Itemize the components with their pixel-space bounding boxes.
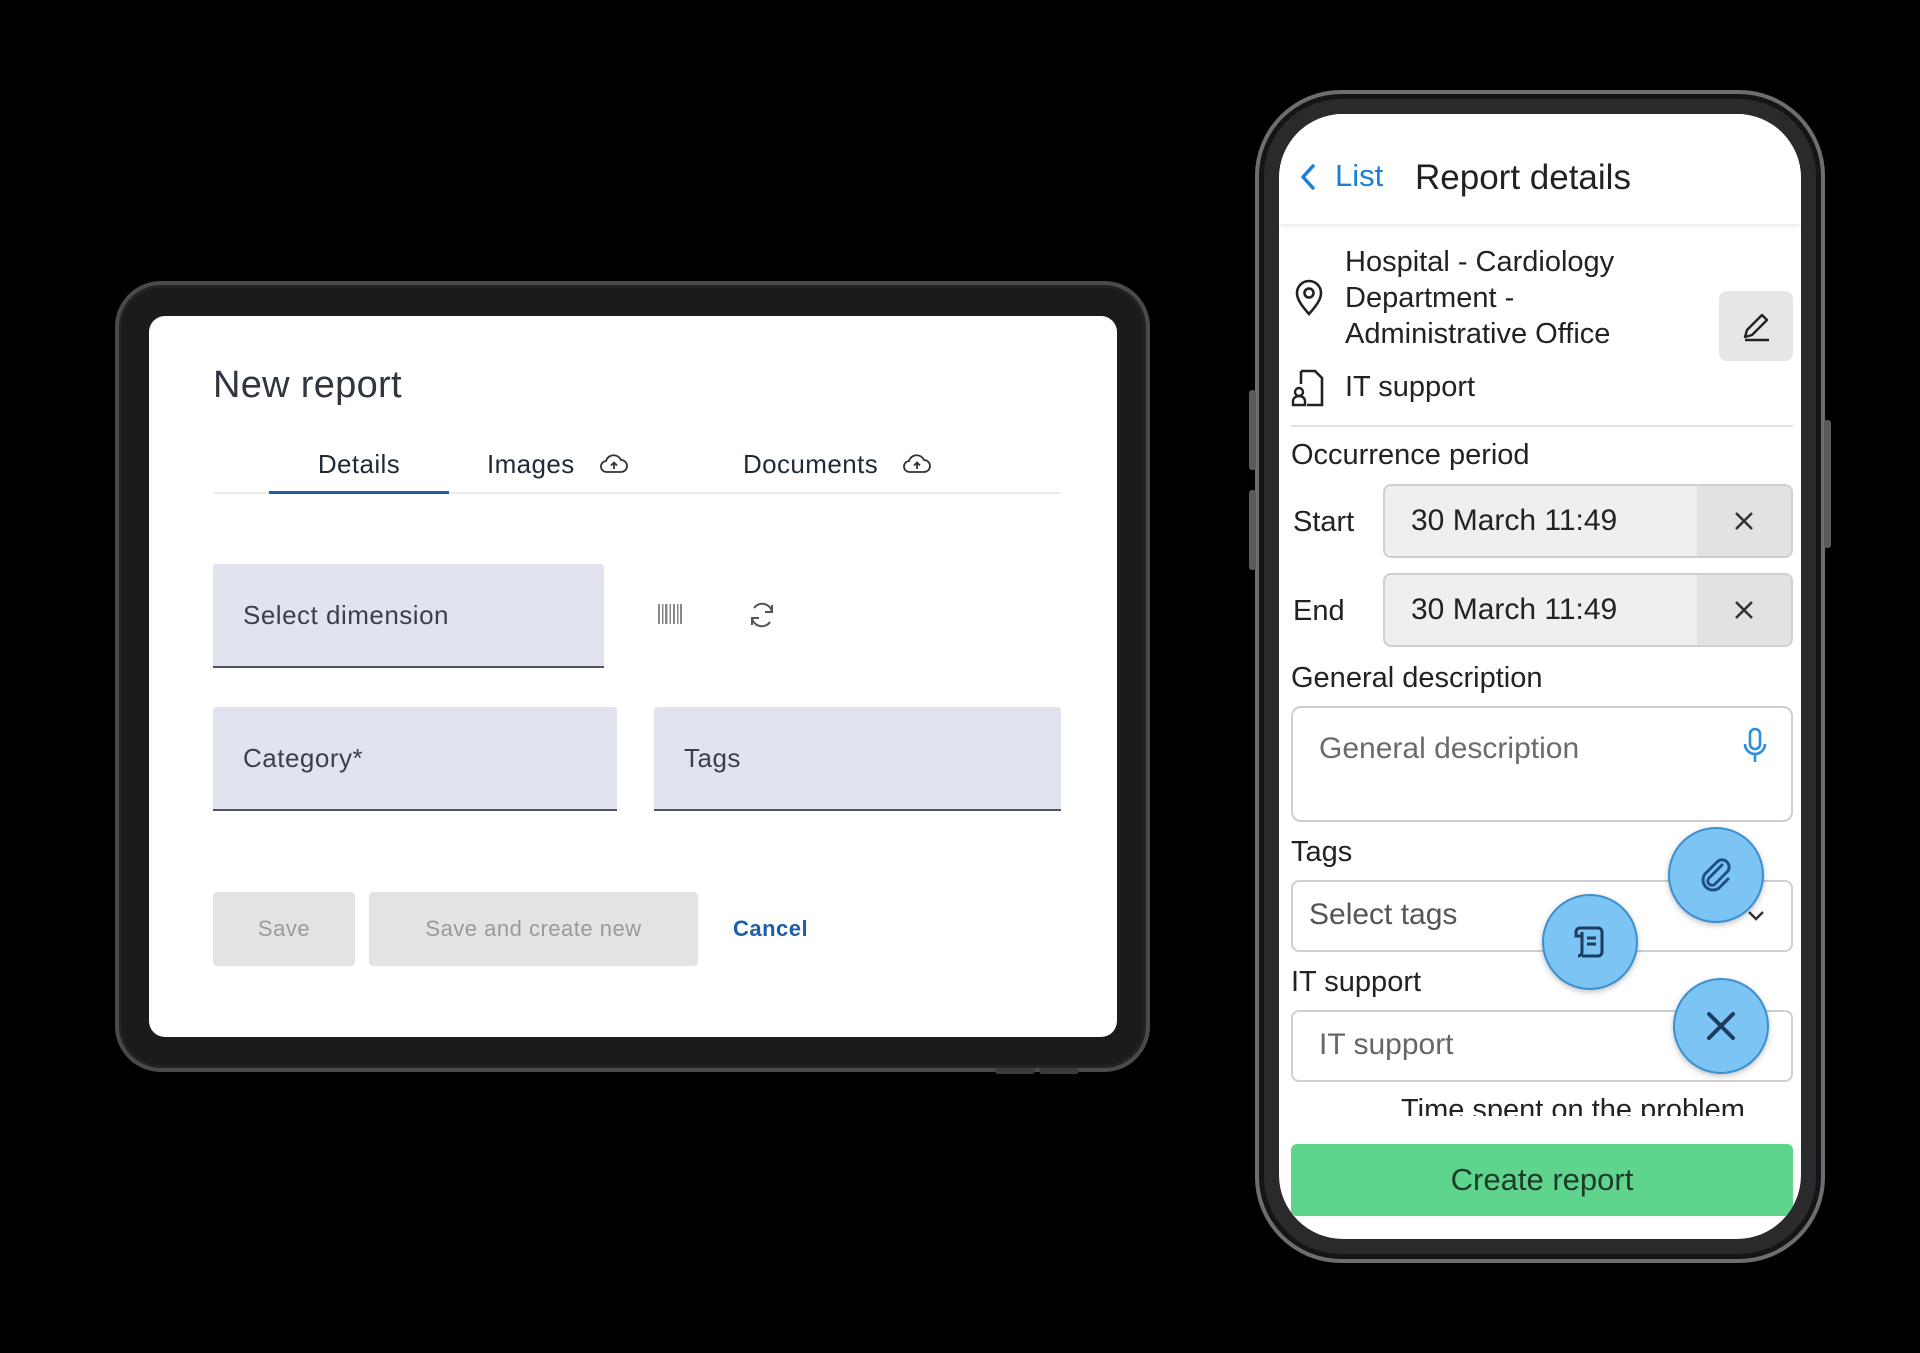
microphone-icon[interactable] — [1741, 726, 1769, 766]
it-support-label: IT support — [1291, 966, 1422, 998]
notes-fab[interactable] — [1542, 894, 1638, 990]
scroll-icon — [1574, 926, 1604, 958]
cloud-upload-icon — [903, 454, 931, 473]
tab-bar: Details Images Documents — [213, 436, 1061, 494]
document-person-icon — [1291, 369, 1324, 407]
tab-details[interactable]: Details — [269, 436, 449, 494]
start-date-field[interactable]: 30 March 11:49 — [1383, 484, 1793, 558]
general-description-input[interactable]: General description — [1291, 706, 1793, 822]
general-description-label: General description — [1291, 662, 1543, 694]
close-icon — [1707, 1012, 1735, 1040]
page-title: Report details — [1415, 158, 1631, 197]
tablet-bezel-detail — [995, 1068, 1035, 1074]
cancel-button[interactable]: Cancel — [733, 892, 808, 966]
save-button[interactable]: Save — [213, 892, 355, 966]
close-icon — [1735, 512, 1753, 530]
cloud-upload-icon — [599, 454, 628, 473]
edit-button[interactable] — [1719, 291, 1793, 361]
end-label: End — [1293, 595, 1345, 627]
divider — [1291, 425, 1793, 427]
refresh-icon[interactable] — [747, 600, 777, 630]
close-fab[interactable] — [1673, 978, 1769, 1074]
location-text: Hospital - Cardiology Department - Admin… — [1345, 246, 1615, 350]
barcode-icon[interactable] — [657, 602, 683, 626]
tablet-bezel-detail — [1039, 1068, 1079, 1074]
save-and-create-new-button[interactable]: Save and create new — [369, 892, 698, 966]
general-description-placeholder: General description — [1319, 732, 1580, 765]
tags-placeholder: Tags — [684, 742, 741, 773]
power-button — [1824, 420, 1831, 548]
select-tags-placeholder: Select tags — [1309, 898, 1458, 931]
close-icon — [1735, 601, 1753, 619]
new-report-screen: New report Details Images Documents Sele… — [149, 316, 1117, 1037]
tab-images[interactable]: Images — [487, 436, 629, 492]
it-support-placeholder: IT support — [1319, 1028, 1454, 1061]
chevron-down-icon — [1748, 911, 1764, 921]
end-date-field[interactable]: 30 March 11:49 — [1383, 573, 1793, 647]
chevron-left-icon[interactable] — [1299, 162, 1317, 192]
tags-label: Tags — [1291, 836, 1353, 868]
category-placeholder: Category* — [243, 742, 364, 773]
report-details-screen: List Report details Hospital - Cardiolog… — [1279, 114, 1801, 1239]
category-field[interactable]: Category* — [213, 707, 617, 811]
volume-up-button — [1249, 390, 1256, 470]
page-title: New report — [213, 364, 402, 406]
start-label: Start — [1293, 506, 1355, 538]
clear-end-button[interactable] — [1697, 575, 1791, 645]
select-dimension-field[interactable]: Select dimension — [213, 564, 604, 668]
paperclip-icon — [1701, 858, 1731, 892]
end-date-value: 30 March 11:49 — [1411, 593, 1618, 626]
time-spent-label: Time spent on the problem — [1401, 1094, 1745, 1116]
attach-fab[interactable] — [1668, 827, 1764, 923]
start-date-value: 30 March 11:49 — [1411, 504, 1618, 537]
location-pin-icon — [1295, 279, 1323, 316]
phone-device: List Report details Hospital - Cardiolog… — [1249, 90, 1831, 1263]
select-dimension-placeholder: Select dimension — [243, 599, 449, 630]
tablet-device: New report Details Images Documents Sele… — [115, 281, 1150, 1074]
occurrence-period-label: Occurrence period — [1291, 439, 1530, 471]
tab-details-label: Details — [317, 448, 401, 479]
tab-documents[interactable]: Documents — [743, 436, 932, 492]
tags-field[interactable]: Tags — [654, 707, 1061, 811]
pencil-icon — [1743, 313, 1769, 342]
volume-down-button — [1249, 490, 1256, 570]
tab-documents-label: Documents — [743, 448, 879, 479]
header-bar: List Report details — [1279, 114, 1801, 224]
clear-start-button[interactable] — [1697, 486, 1791, 556]
back-link[interactable]: List — [1335, 158, 1383, 194]
tab-images-label: Images — [487, 448, 575, 479]
service-text: IT support — [1345, 371, 1476, 403]
create-report-button[interactable]: Create report — [1291, 1144, 1793, 1216]
